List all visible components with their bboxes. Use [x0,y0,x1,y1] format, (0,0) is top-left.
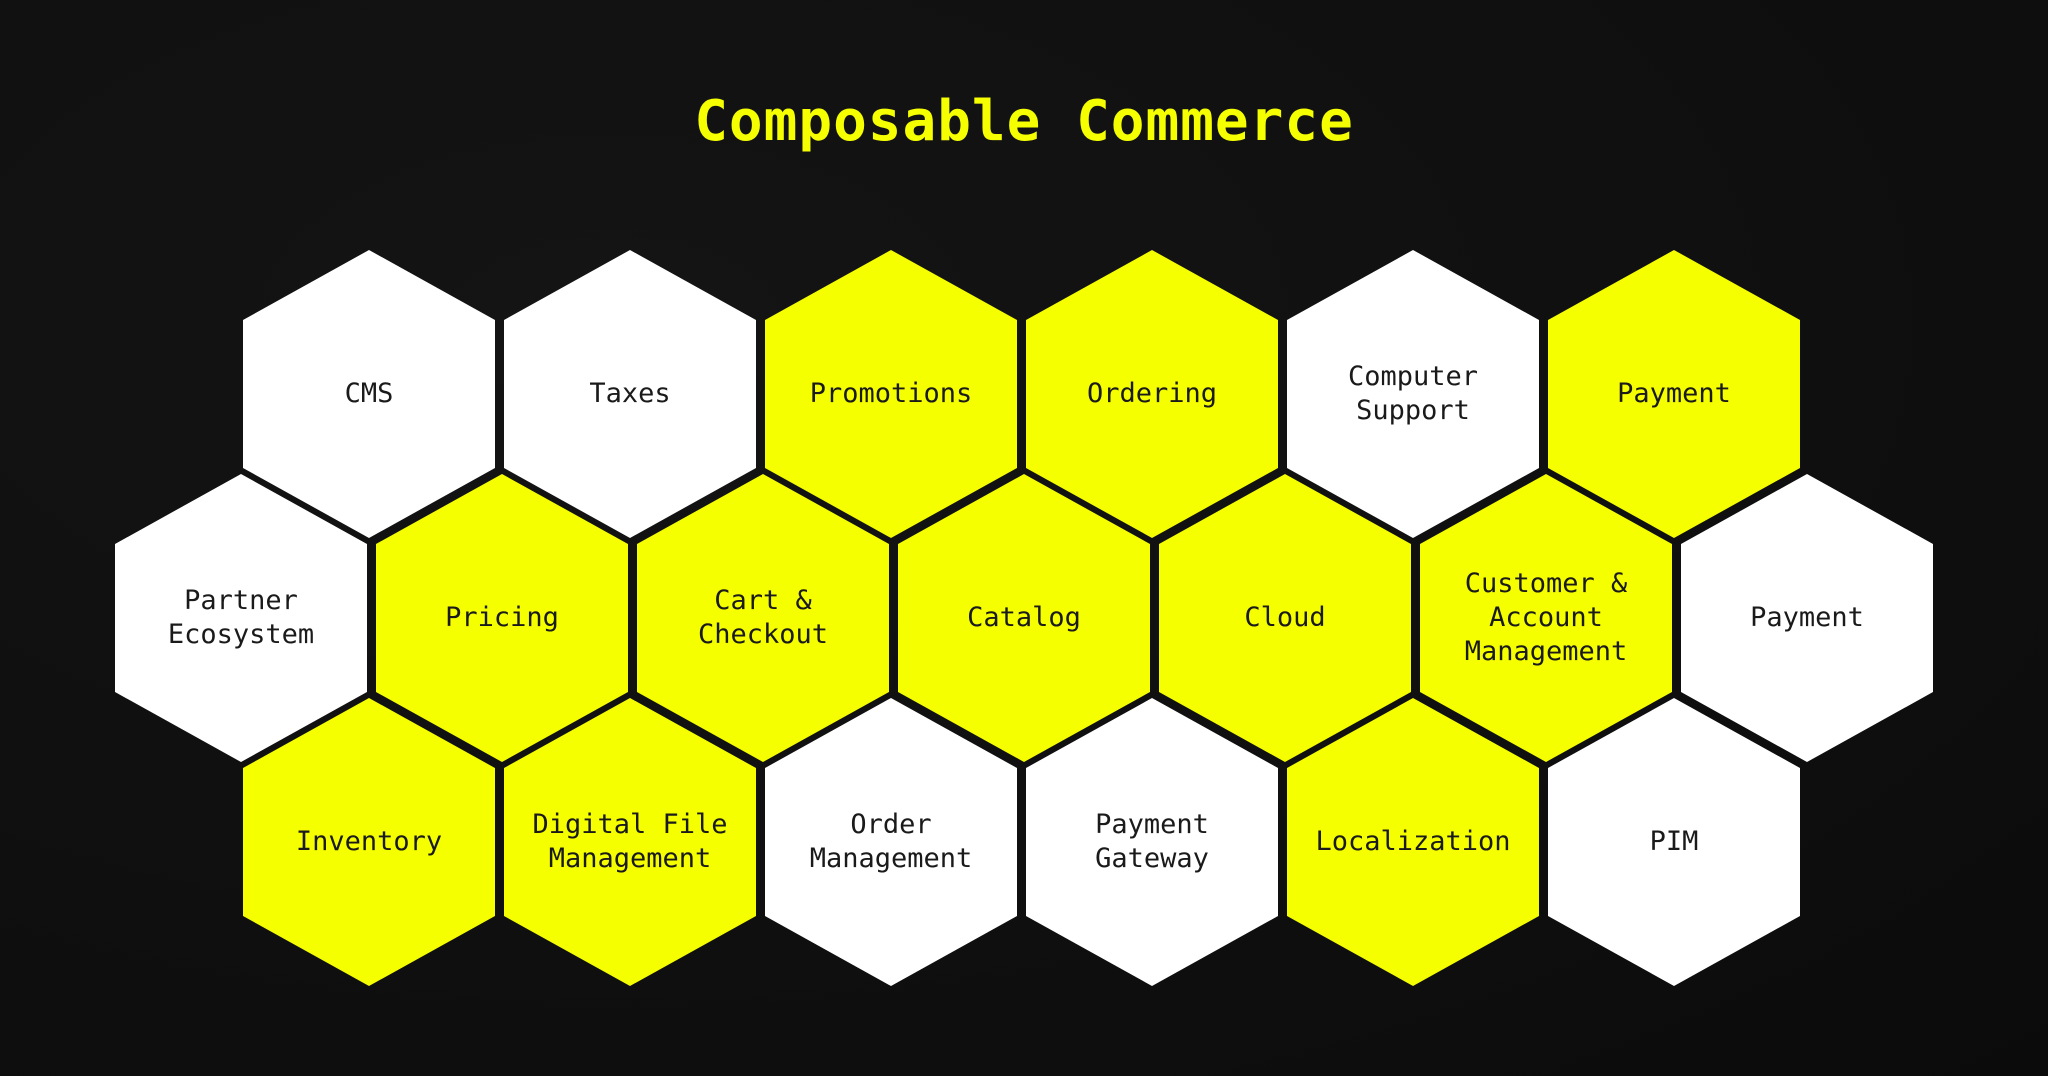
hex-tile-label: Cloud [1244,602,1326,633]
hex-tile-label: Taxes [589,378,671,409]
hex-tile-computer-support[interactable]: Computer Support [1287,250,1539,538]
hex-tile-label: Computer Support [1347,361,1479,426]
hex-tile-order-management[interactable]: Order Management [765,698,1017,986]
hex-tile-catalog[interactable]: Catalog [898,474,1150,762]
hex-tile-cloud[interactable]: Cloud [1159,474,1411,762]
hex-tile-label: Inventory [295,826,443,857]
hex-tile-label: CMS [344,378,394,409]
hex-tile-cms[interactable]: CMS [243,250,495,538]
hex-tile-taxes[interactable]: Taxes [504,250,756,538]
hex-tile-label: PIM [1649,826,1699,857]
hex-tile-label: Payment [1750,602,1864,633]
hex-tile-label: Ordering [1086,378,1218,409]
hex-tile-label: Catalog [967,602,1081,633]
hex-tile-localization[interactable]: Localization [1287,698,1539,986]
hex-tile-promotions[interactable]: Promotions [765,250,1017,538]
hex-tile-label: Partner Ecosystem [167,585,315,650]
hex-tile-cart-checkout[interactable]: Cart & Checkout [637,474,889,762]
diagram-title: Composable Commerce [694,89,1354,154]
hex-tile-label: Payment Gateway [1095,809,1209,874]
hex-tile-pricing[interactable]: Pricing [376,474,628,762]
hex-tile-partner-ecosystem[interactable]: Partner Ecosystem [115,474,367,762]
hex-tile-label: Order Management [809,809,973,874]
hex-tile-label: Localization [1315,826,1511,857]
hex-tile-payment[interactable]: Payment [1681,474,1933,762]
hex-tile-label: Pricing [445,602,559,633]
hex-tile-payment[interactable]: Payment [1548,250,1800,538]
hex-tile-label: Customer & Account Management [1464,568,1628,667]
hex-tile-inventory[interactable]: Inventory [243,698,495,986]
hex-tile-pim[interactable]: PIM [1548,698,1800,986]
hex-tile-label: Payment [1617,378,1731,409]
hex-tile-ordering[interactable]: Ordering [1026,250,1278,538]
hex-tile-digital-file-management[interactable]: Digital File Management [504,698,756,986]
hex-tile-label: Promotions [809,378,973,409]
hex-tile-customer-account-management[interactable]: Customer & Account Management [1420,474,1672,762]
hex-tile-label: Cart & Checkout [697,585,829,650]
hex-tile-payment-gateway[interactable]: Payment Gateway [1026,698,1278,986]
hex-tile-label: Digital File Management [532,809,728,874]
